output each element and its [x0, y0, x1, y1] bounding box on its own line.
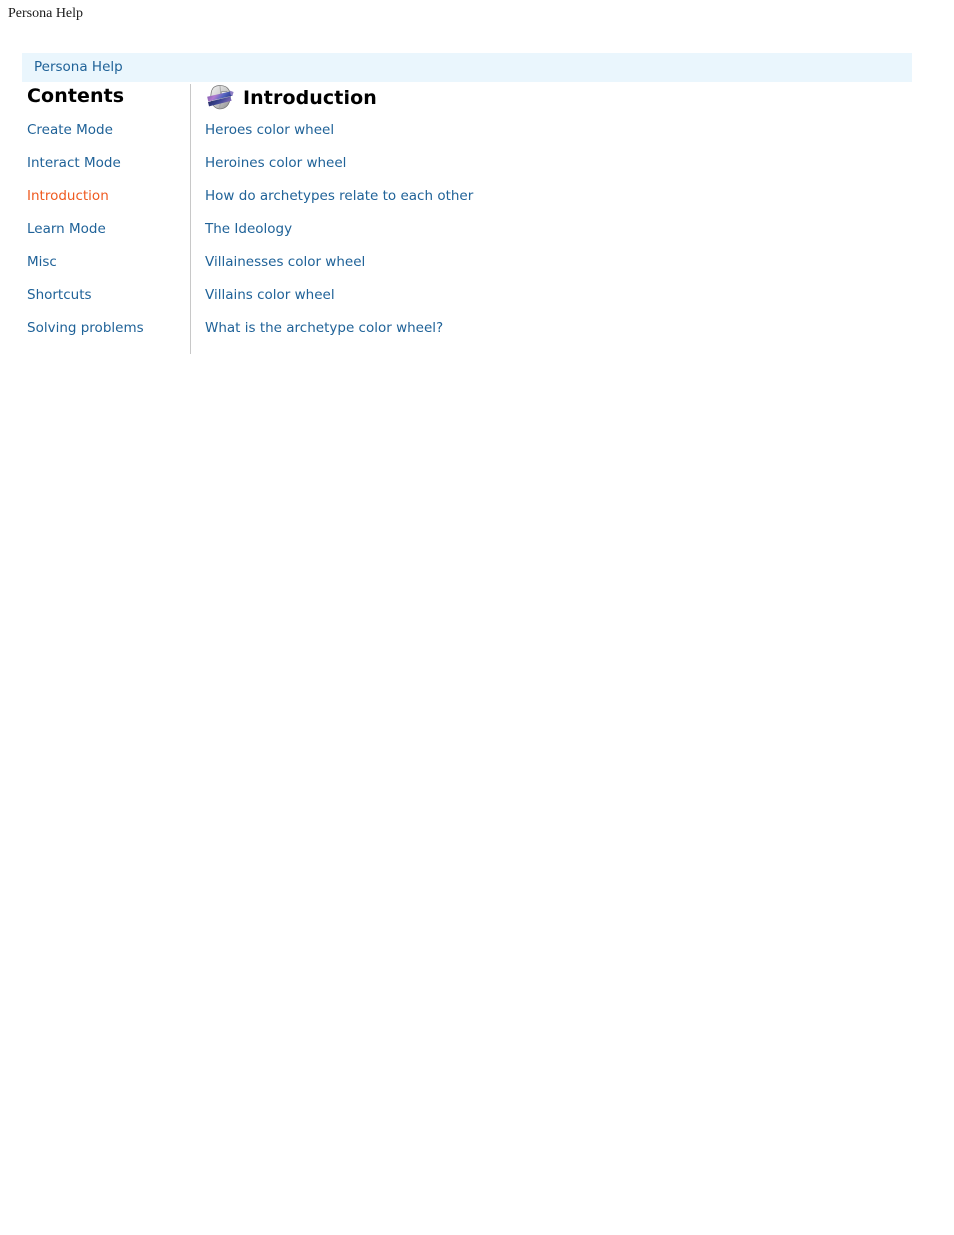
section-heading-row: Introduction [205, 82, 905, 112]
sidebar-item-learn-mode[interactable]: Learn Mode [27, 221, 106, 237]
sidebar-item-solving-problems[interactable]: Solving problems [27, 320, 144, 336]
main-content: Introduction Heroes color wheel Heroines… [205, 82, 905, 343]
topic-link-what-is-archetype-color-wheel[interactable]: What is the archetype color wheel? [205, 320, 443, 336]
sidebar-heading: Contents [27, 85, 125, 107]
titlebar: Persona Help [22, 53, 912, 82]
sidebar-item-interact-mode[interactable]: Interact Mode [27, 155, 121, 171]
page-title: Introduction [243, 87, 377, 109]
persona-mask-icon [207, 85, 234, 110]
sidebar: Contents Create Mode Interact Mode Intro… [27, 82, 182, 343]
browser-print-header-title: Persona Help [8, 6, 84, 21]
sidebar-item-introduction[interactable]: Introduction [27, 188, 109, 204]
list-item: Introduction [27, 178, 182, 211]
sidebar-nav-list: Create Mode Interact Mode Introduction L… [27, 112, 182, 343]
topic-link-villains-color-wheel[interactable]: Villains color wheel [205, 287, 335, 303]
list-item: Create Mode [27, 112, 182, 145]
list-item: Villains color wheel [205, 277, 905, 310]
sidebar-item-create-mode[interactable]: Create Mode [27, 122, 113, 138]
topic-link-how-do-archetypes-relate[interactable]: How do archetypes relate to each other [205, 188, 473, 204]
topic-link-the-ideology[interactable]: The Ideology [205, 221, 292, 237]
list-item: Solving problems [27, 310, 182, 343]
titlebar-home-link[interactable]: Persona Help [34, 59, 123, 75]
list-item: How do archetypes relate to each other [205, 178, 905, 211]
list-item: Heroes color wheel [205, 112, 905, 145]
topic-link-heroines-color-wheel[interactable]: Heroines color wheel [205, 155, 346, 171]
sidebar-item-shortcuts[interactable]: Shortcuts [27, 287, 92, 303]
list-item: Villainesses color wheel [205, 244, 905, 277]
list-item: The Ideology [205, 211, 905, 244]
topic-list: Heroes color wheel Heroines color wheel … [205, 112, 905, 343]
list-item: Learn Mode [27, 211, 182, 244]
list-item: What is the archetype color wheel? [205, 310, 905, 343]
sidebar-item-misc[interactable]: Misc [27, 254, 57, 270]
list-item: Misc [27, 244, 182, 277]
topic-link-villainesses-color-wheel[interactable]: Villainesses color wheel [205, 254, 365, 270]
topic-link-heroes-color-wheel[interactable]: Heroes color wheel [205, 122, 334, 138]
column-divider [190, 84, 191, 354]
list-item: Interact Mode [27, 145, 182, 178]
list-item: Shortcuts [27, 277, 182, 310]
list-item: Heroines color wheel [205, 145, 905, 178]
